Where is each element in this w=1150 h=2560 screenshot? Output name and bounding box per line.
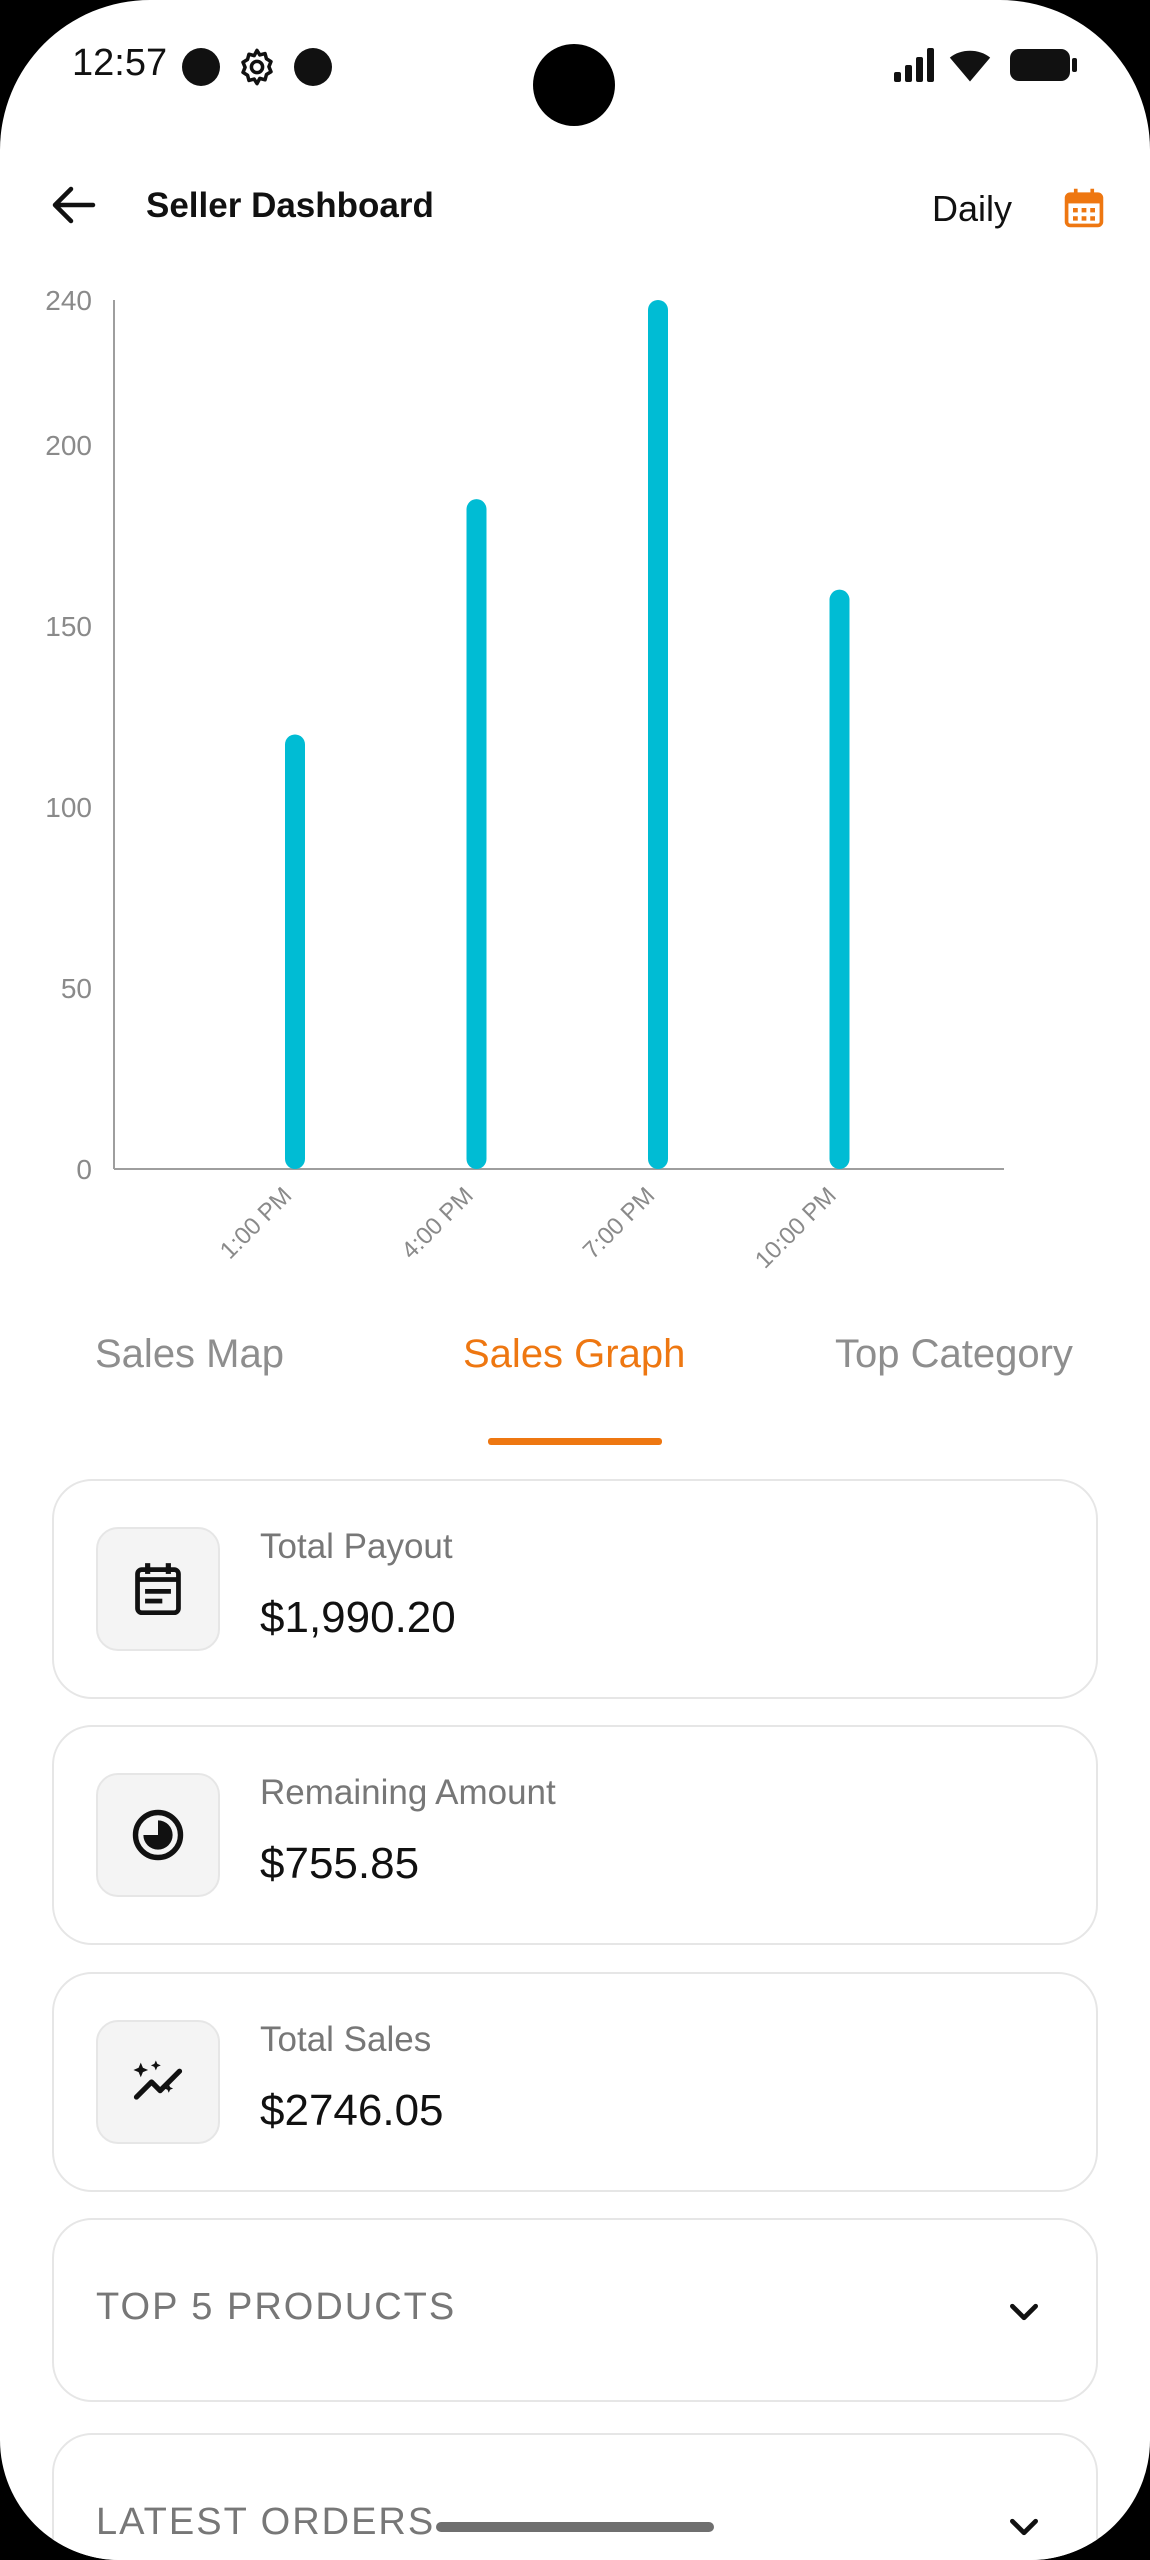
- y-tick-label: 240: [45, 285, 92, 316]
- period-selector[interactable]: Daily: [932, 188, 1012, 230]
- app-bar: Seller Dashboard Daily: [0, 160, 1150, 250]
- tab-bar: Sales Map Sales Graph Top Category: [0, 1290, 1150, 1450]
- total-payout-card[interactable]: Total Payout $1,990.20: [52, 1479, 1098, 1699]
- wifi-icon: [949, 50, 991, 82]
- x-tick-label: 7:00 PM: [578, 1182, 660, 1264]
- top-products-section[interactable]: TOP 5 PRODUCTS: [52, 2218, 1098, 2402]
- calendar-icon[interactable]: [1062, 186, 1106, 230]
- icon-container: [96, 1773, 220, 1897]
- app-screen: 12:57 Seller Dashboard Daily 0 50 100 15…: [0, 0, 1150, 2560]
- card-value: $1,990.20: [260, 1593, 456, 1642]
- latest-orders-section[interactable]: LATEST ORDERS: [52, 2433, 1098, 2560]
- y-tick-label: 50: [61, 973, 92, 1004]
- card-label: Total Payout: [260, 1527, 453, 1566]
- y-tick-label: 150: [45, 611, 92, 642]
- y-tick-label: 100: [45, 792, 92, 823]
- tab-sales-map[interactable]: Sales Map: [95, 1332, 284, 1377]
- y-tick-label: 200: [45, 430, 92, 461]
- card-label: Remaining Amount: [260, 1773, 556, 1812]
- card-value: $2746.05: [260, 2086, 444, 2135]
- y-tick-label: 0: [76, 1154, 92, 1185]
- remaining-amount-card[interactable]: Remaining Amount $755.85: [52, 1725, 1098, 1945]
- x-tick-label: 4:00 PM: [396, 1182, 478, 1264]
- status-bar: 12:57: [0, 0, 1150, 140]
- chevron-down-icon[interactable]: [1004, 2292, 1044, 2332]
- x-tick-label: 1:00 PM: [215, 1182, 297, 1264]
- battery-icon: [1010, 49, 1077, 81]
- active-tab-indicator: [488, 1438, 662, 1445]
- sales-bar-chart: 0 50 100 150 200 240 1:00 PM 4:00 PM 7:00 PM 10:0…: [45, 285, 1004, 1274]
- card-value: $755.85: [260, 1839, 420, 1888]
- section-title: LATEST ORDERS: [96, 2501, 436, 2543]
- notification-dot-icon: [294, 48, 332, 86]
- arrow-left-icon: [52, 186, 96, 224]
- tab-sales-graph[interactable]: Sales Graph: [463, 1332, 685, 1377]
- sparkle-trend-icon: [133, 2060, 183, 2100]
- icon-container: [96, 2020, 220, 2144]
- page-title: Seller Dashboard: [146, 186, 434, 225]
- status-time: 12:57: [72, 42, 168, 84]
- tab-top-category[interactable]: Top Category: [835, 1332, 1073, 1377]
- section-title: TOP 5 PRODUCTS: [96, 2286, 457, 2328]
- front-camera: [533, 44, 615, 126]
- x-tick-label: 10:00 PM: [750, 1182, 842, 1274]
- back-button[interactable]: [38, 180, 108, 230]
- home-indicator: [436, 2522, 714, 2532]
- icon-container: [96, 1527, 220, 1651]
- chevron-down-icon[interactable]: [1004, 2507, 1044, 2547]
- notification-dot-icon: [182, 48, 220, 86]
- calendar-note-icon: [135, 1563, 181, 1616]
- settings-gear-icon: [241, 48, 273, 86]
- total-sales-card[interactable]: Total Sales $2746.05: [52, 1972, 1098, 2192]
- signal-icon: [894, 48, 934, 82]
- pie-clock-icon: [132, 1809, 184, 1861]
- card-label: Total Sales: [260, 2020, 432, 2059]
